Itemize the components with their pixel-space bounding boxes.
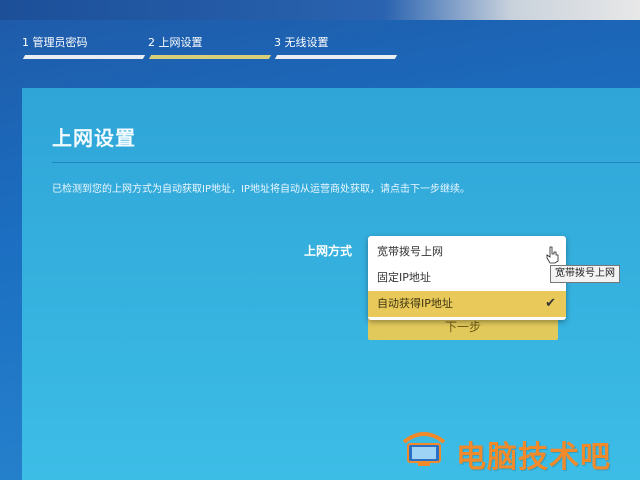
- step-label: 2 上网设置: [148, 36, 203, 49]
- title-divider: [52, 162, 640, 163]
- computer-logo-icon: [402, 432, 446, 466]
- step-label: 3 无线设置: [274, 36, 329, 49]
- page-title: 上网设置: [52, 126, 136, 150]
- option-static-ip[interactable]: 固定IP地址: [368, 265, 566, 291]
- option-label: 宽带拨号上网: [377, 245, 443, 258]
- option-label: 固定IP地址: [377, 271, 431, 284]
- detection-info-text: 已检测到您的上网方式为自动获取IP地址，IP地址将自动从运营商处获取，请点击下一…: [52, 184, 470, 195]
- option-label: 自动获得IP地址: [377, 297, 453, 310]
- connection-type-label: 上网方式: [304, 244, 353, 258]
- step-progress: 1 管理员密码 2 上网设置 3 无线设置: [22, 34, 402, 64]
- watermark-text: 电脑技术吧: [456, 440, 611, 475]
- step-bar: [274, 55, 398, 59]
- top-strip: [0, 0, 640, 20]
- watermark-logo: 电脑技术吧: [400, 428, 632, 475]
- step-bar: [22, 55, 146, 59]
- option-pppoe[interactable]: 宽带拨号上网: [368, 239, 566, 265]
- checkmark-icon: ✔: [545, 296, 556, 311]
- option-dynamic-ip[interactable]: 自动获得IP地址 ✔: [368, 291, 566, 317]
- option-tooltip: 宽带拨号上网: [550, 265, 620, 283]
- connection-type-dropdown[interactable]: 宽带拨号上网 固定IP地址 自动获得IP地址 ✔: [368, 236, 566, 320]
- hand-cursor-icon: [546, 246, 559, 264]
- step-bar: [148, 55, 272, 59]
- step-label: 1 管理员密码: [22, 36, 88, 49]
